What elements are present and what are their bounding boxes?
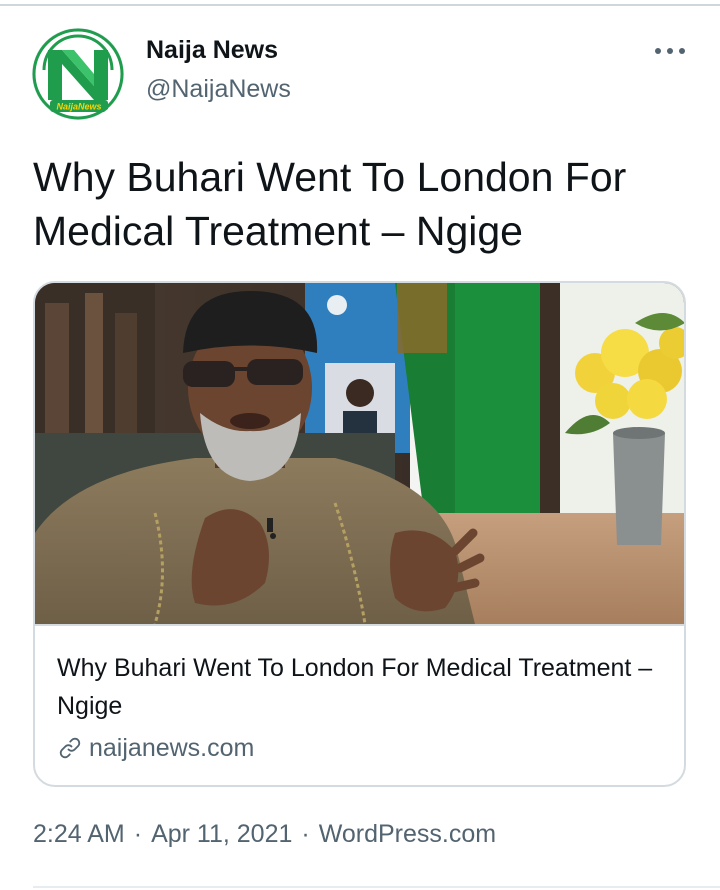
card-domain: naijanews.com (89, 733, 255, 762)
tweet-time[interactable]: 2:24 AM (33, 820, 125, 849)
naija-news-logo-icon: NaijaNews (32, 28, 124, 120)
tweet-date[interactable]: Apr 11, 2021 (151, 820, 292, 849)
card-divider (35, 624, 684, 626)
link-preview-card[interactable]: Why Buhari Went To London For Medical Tr… (33, 281, 686, 787)
account-name[interactable]: Naija News (146, 36, 278, 65)
card-title: Why Buhari Went To London For Medical Tr… (57, 654, 653, 720)
meta-separator: · (301, 820, 310, 848)
more-horizontal-icon (655, 48, 685, 54)
bottom-divider (33, 886, 720, 888)
avatar-wordmark: NaijaNews (56, 102, 101, 112)
tweet-text: Why Buhari Went To London For Medical Tr… (33, 154, 627, 254)
meta-separator: · (133, 820, 143, 848)
tweet-source[interactable]: WordPress.com (319, 820, 496, 849)
card-domain-row: naijanews.com (57, 731, 254, 765)
card-image (35, 283, 684, 624)
account-avatar[interactable]: NaijaNews (32, 28, 124, 120)
account-handle[interactable]: @NaijaNews (146, 75, 291, 104)
tweet-metadata: 2:24 AM · Apr 11, 2021 · WordPress.com (33, 820, 496, 849)
link-icon (59, 737, 81, 759)
top-divider (0, 4, 720, 6)
more-options-button[interactable] (648, 36, 692, 66)
